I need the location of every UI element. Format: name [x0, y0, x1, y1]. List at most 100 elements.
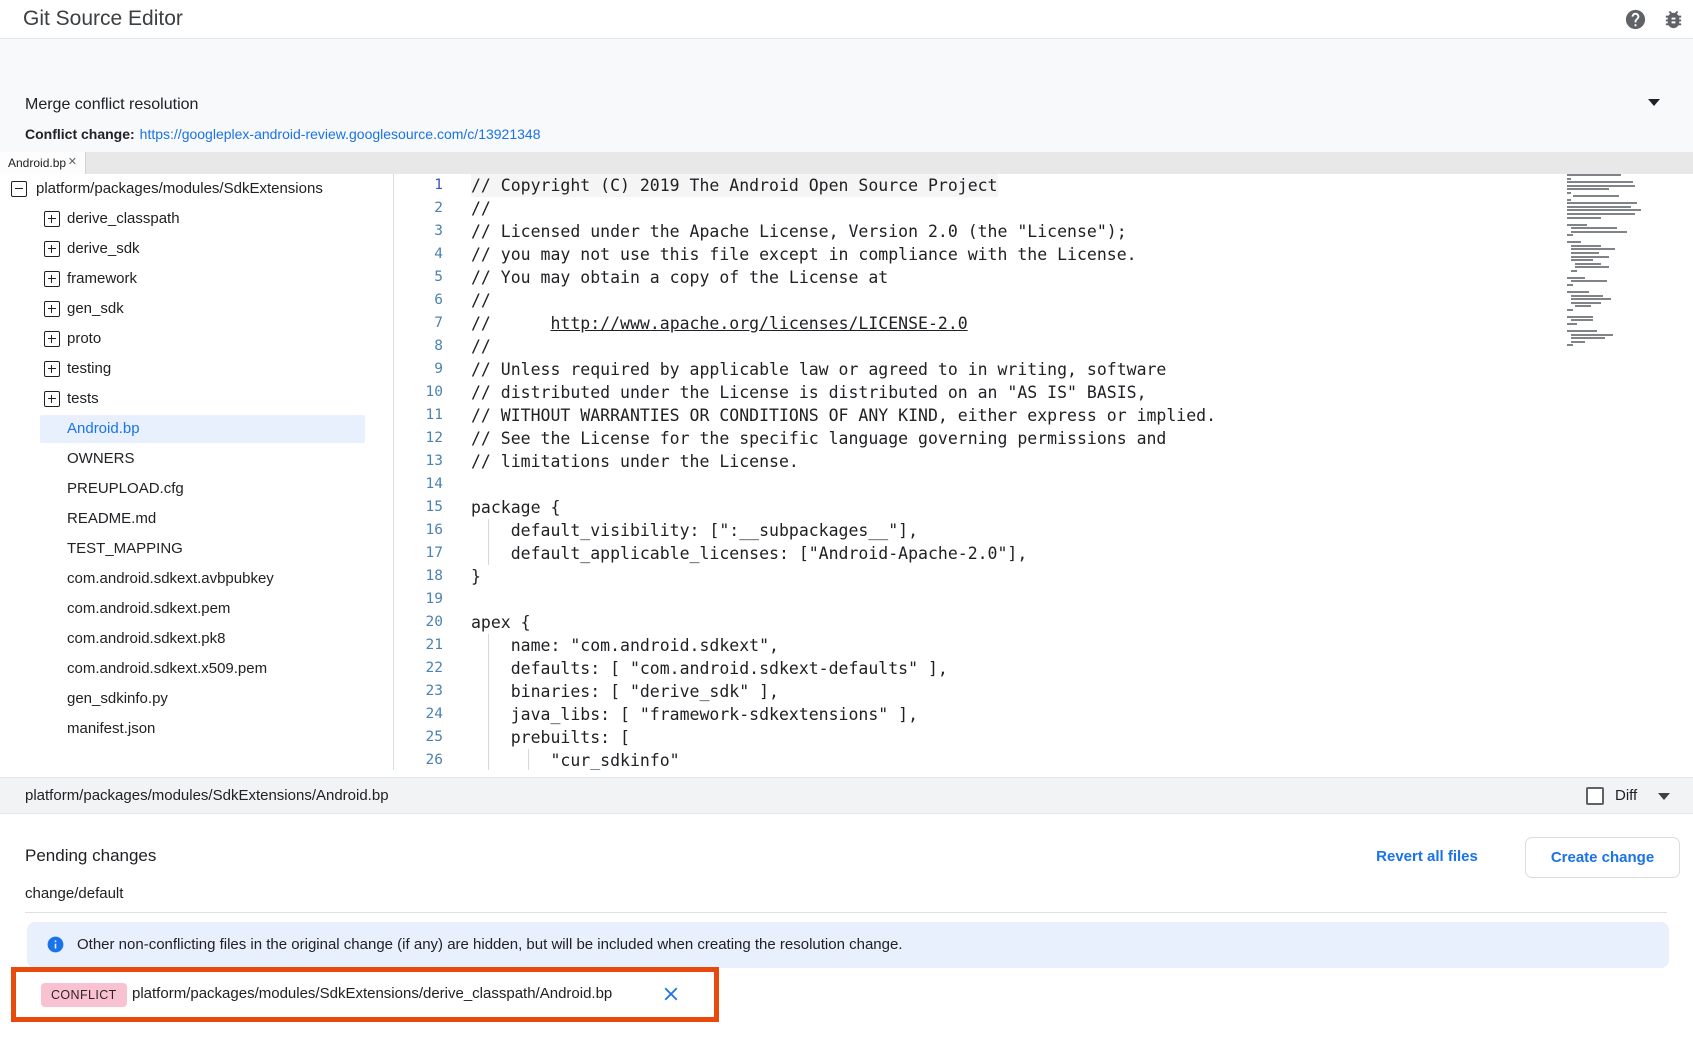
code-line[interactable]: 11// WITHOUT WARRANTIES OR CONDITIONS OF…: [394, 404, 1693, 427]
code-line[interactable]: 16 default_visibility: [":__subpackages_…: [394, 519, 1693, 542]
tree-item-preupload-cfg[interactable]: PREUPLOAD.cfg: [0, 474, 393, 504]
tree-item-owners[interactable]: OWNERS: [0, 444, 393, 474]
expand-icon[interactable]: [44, 391, 60, 407]
code-line[interactable]: 19: [394, 588, 1693, 611]
code-line[interactable]: 17 default_applicable_licenses: ["Androi…: [394, 542, 1693, 565]
tree-item-gen-sdkinfo-py[interactable]: gen_sdkinfo.py: [0, 684, 393, 714]
conflict-file-path[interactable]: platform/packages/modules/SdkExtensions/…: [132, 985, 612, 1002]
code-line[interactable]: 12// See the License for the specific la…: [394, 427, 1693, 450]
code-line[interactable]: 21 name: "com.android.sdkext",: [394, 634, 1693, 657]
code-text: "cur_sdkinfo": [471, 749, 680, 770]
minimap-line: [1567, 181, 1633, 183]
diff-dropdown-caret-icon[interactable]: [1658, 793, 1670, 800]
expand-icon[interactable]: [44, 301, 60, 317]
minimap-line: [1571, 231, 1627, 233]
code-text: name: "com.android.sdkext",: [471, 634, 779, 657]
tree-item-gen-sdk[interactable]: gen_sdk: [0, 294, 393, 324]
line-number: 1: [394, 174, 443, 197]
conflict-file-annotation-box: CONFLICT platform/packages/modules/SdkEx…: [11, 967, 719, 1022]
code-line[interactable]: 10// distributed under the License is di…: [394, 381, 1693, 404]
code-line[interactable]: 9// Unless required by applicable law or…: [394, 358, 1693, 381]
expand-icon[interactable]: [44, 331, 60, 347]
tree-item-com-android-sdkext-pem[interactable]: com.android.sdkext.pem: [0, 594, 393, 624]
line-number: 6: [394, 289, 443, 312]
tree-item-derive-classpath[interactable]: derive_classpath: [0, 204, 393, 234]
code-line[interactable]: 22 defaults: [ "com.android.sdkext-defau…: [394, 657, 1693, 680]
tree-item-android-bp[interactable]: Android.bp: [0, 414, 393, 444]
tree-item-framework[interactable]: framework: [0, 264, 393, 294]
tab-android-bp[interactable]: Android.bp ✕: [0, 152, 86, 174]
revert-all-files-button[interactable]: Revert all files: [1369, 848, 1485, 865]
expand-icon[interactable]: [44, 361, 60, 377]
code-line[interactable]: 13// limitations under the License.: [394, 450, 1693, 473]
code-text: apex {: [471, 611, 531, 634]
tree-item-label: com.android.sdkext.x509.pem: [67, 654, 267, 684]
minimap-line: [1567, 344, 1573, 346]
tab-close-icon[interactable]: ✕: [68, 152, 77, 172]
help-icon[interactable]: [1624, 8, 1647, 31]
line-number: 13: [394, 450, 443, 473]
expand-icon[interactable]: [44, 241, 60, 257]
code-line[interactable]: 3// Licensed under the Apache License, V…: [394, 220, 1693, 243]
collapse-icon[interactable]: [11, 181, 27, 197]
current-file-path: platform/packages/modules/SdkExtensions/…: [25, 787, 389, 804]
code-line[interactable]: 25 prebuilts: [: [394, 726, 1693, 749]
minimap-line: [1567, 174, 1621, 176]
code-line[interactable]: 4// you may not use this file except in …: [394, 243, 1693, 266]
create-change-button[interactable]: Create change: [1525, 837, 1680, 878]
tree-item-tests[interactable]: tests: [0, 384, 393, 414]
minimap-line: [1575, 263, 1601, 265]
code-text: prebuilts: [: [471, 726, 630, 749]
code-text: }: [471, 565, 481, 588]
collapse-panel-caret-icon[interactable]: [1648, 99, 1660, 106]
code-line[interactable]: 23 binaries: [ "derive_sdk" ],: [394, 680, 1693, 703]
tree-item-proto[interactable]: proto: [0, 324, 393, 354]
line-number: 2: [394, 197, 443, 220]
minimap-line: [1567, 316, 1593, 318]
code-editor[interactable]: 1// Copyright (C) 2019 The Android Open …: [394, 174, 1693, 770]
code-text: defaults: [ "com.android.sdkext-defaults…: [471, 657, 948, 680]
minimap-line: [1567, 206, 1631, 208]
minimap-line: [1567, 192, 1571, 194]
minimap-line: [1573, 195, 1619, 197]
code-line[interactable]: 15package {: [394, 496, 1693, 519]
editor-minimap[interactable]: [1567, 174, 1651, 574]
tree-item-manifest-json[interactable]: manifest.json: [0, 714, 393, 744]
code-line[interactable]: 18}: [394, 565, 1693, 588]
minimap-line: [1571, 280, 1607, 282]
code-line[interactable]: 7// http://www.apache.org/licenses/LICEN…: [394, 312, 1693, 335]
code-text: // you may not use this file except in c…: [471, 243, 1137, 266]
code-line[interactable]: 24 java_libs: [ "framework-sdkextensions…: [394, 703, 1693, 726]
code-line[interactable]: 1// Copyright (C) 2019 The Android Open …: [394, 174, 1693, 197]
code-line[interactable]: 5// You may obtain a copy of the License…: [394, 266, 1693, 289]
code-line[interactable]: 20apex {: [394, 611, 1693, 634]
tree-item-test-mapping[interactable]: TEST_MAPPING: [0, 534, 393, 564]
code-line[interactable]: 6//: [394, 289, 1693, 312]
line-number: 21: [394, 634, 443, 657]
bug-report-icon[interactable]: [1662, 8, 1685, 31]
code-line[interactable]: 14: [394, 473, 1693, 496]
file-tree: platform/packages/modules/SdkExtensionsd…: [0, 174, 393, 770]
remove-conflict-file-icon[interactable]: [660, 983, 682, 1005]
minimap-line: [1567, 199, 1571, 201]
diff-label: Diff: [1615, 787, 1637, 804]
tree-item-label: tests: [67, 384, 99, 414]
diff-checkbox[interactable]: [1586, 787, 1604, 805]
tree-item-com-android-sdkext-x509-pem[interactable]: com.android.sdkext.x509.pem: [0, 654, 393, 684]
expand-icon[interactable]: [44, 271, 60, 287]
code-text: // See the License for the specific lang…: [471, 427, 1166, 450]
code-line[interactable]: 8//: [394, 335, 1693, 358]
line-number: 19: [394, 588, 443, 611]
tree-item-com-android-sdkext-avbpubkey[interactable]: com.android.sdkext.avbpubkey: [0, 564, 393, 594]
conflict-change-link[interactable]: https://googleplex-android-review.google…: [140, 126, 541, 142]
expand-icon[interactable]: [44, 211, 60, 227]
line-number: 10: [394, 381, 443, 404]
tree-item-derive-sdk[interactable]: derive_sdk: [0, 234, 393, 264]
line-number: 14: [394, 473, 443, 496]
tree-item-readme-md[interactable]: README.md: [0, 504, 393, 534]
code-line[interactable]: 26 "cur_sdkinfo": [394, 749, 1693, 770]
tree-item-platform-packages-modules-sdkextensions[interactable]: platform/packages/modules/SdkExtensions: [0, 174, 393, 204]
tree-item-com-android-sdkext-pk8[interactable]: com.android.sdkext.pk8: [0, 624, 393, 654]
tree-item-testing[interactable]: testing: [0, 354, 393, 384]
code-line[interactable]: 2//: [394, 197, 1693, 220]
